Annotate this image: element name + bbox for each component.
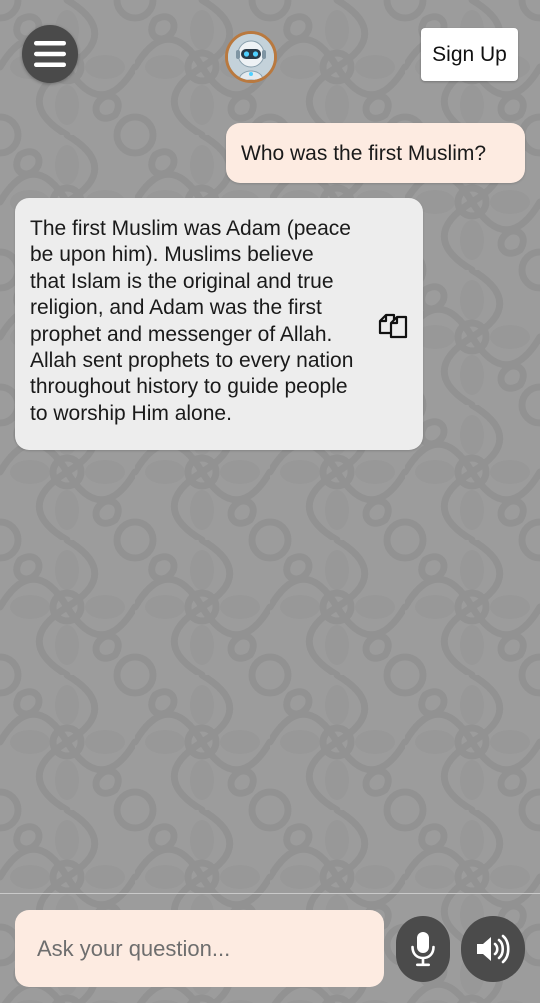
assistant-message-line: The first Muslim was Adam (peace xyxy=(30,217,351,240)
sign-up-button[interactable]: Sign Up xyxy=(421,28,518,81)
hamburger-menu-icon xyxy=(34,41,66,67)
copy-icon xyxy=(378,313,408,339)
microphone-icon xyxy=(411,932,435,967)
assistant-message-text: The first Muslim was Adam (peace be upon… xyxy=(30,216,375,427)
copy-button[interactable] xyxy=(377,308,409,342)
robot-avatar-icon xyxy=(228,34,274,80)
speaker-icon xyxy=(477,934,510,964)
assistant-message-line: prophet and messenger of Allah. xyxy=(30,322,333,346)
user-message-text: Who was the first Muslim? xyxy=(241,142,487,165)
question-input[interactable] xyxy=(15,910,384,987)
assistant-message-line: be upon him). Muslims believe xyxy=(30,243,314,267)
microphone-button[interactable] xyxy=(396,916,450,982)
speaker-button[interactable] xyxy=(461,916,525,982)
assistant-message-line: Allah sent prophets to every nation xyxy=(30,349,354,373)
avatar xyxy=(225,31,277,83)
assistant-message-line: throughout history to guide people xyxy=(30,375,348,399)
assistant-message-line: religion, and Adam was the first xyxy=(30,296,322,320)
assistant-message-bubble: The first Muslim was Adam (peace be upon… xyxy=(15,198,423,450)
menu-button[interactable] xyxy=(22,25,78,83)
composer-divider xyxy=(0,893,540,894)
assistant-message-line: that Islam is the original and true xyxy=(30,269,334,293)
user-message-bubble: Who was the first Muslim? xyxy=(226,123,525,183)
assistant-message-line: to worship Him alone. xyxy=(30,401,232,425)
